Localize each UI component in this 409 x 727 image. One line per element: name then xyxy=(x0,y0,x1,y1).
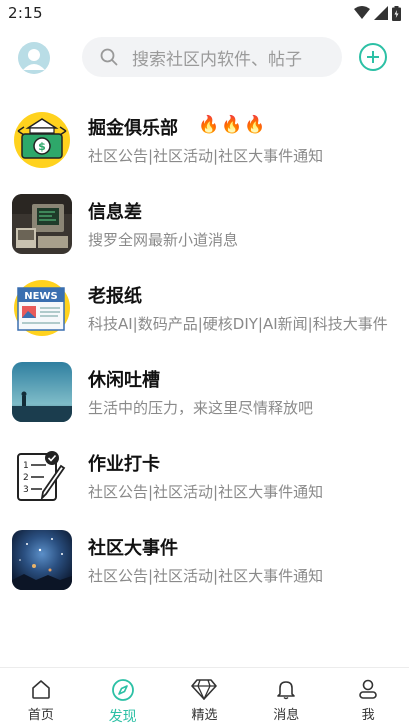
header: 搜索社区内软件、帖子 xyxy=(0,36,409,80)
diamond-icon xyxy=(191,679,218,700)
item-title: 老报纸 xyxy=(88,286,142,307)
svg-text:$: $ xyxy=(38,140,46,153)
compass-icon xyxy=(111,679,134,701)
tab-me[interactable]: 我 xyxy=(327,668,409,727)
svg-text:3: 3 xyxy=(23,485,29,495)
item-desc: 社区公告|社区活动|社区大事件通知 xyxy=(88,567,324,585)
search-placeholder: 搜索社区内软件、帖子 xyxy=(132,49,302,70)
battery-icon xyxy=(392,5,401,21)
item-desc: 科技AI|数码产品|硬核DIY|AI新闻|科技大事件 xyxy=(88,315,388,333)
search-input[interactable]: 搜索社区内软件、帖子 xyxy=(82,37,342,77)
list-item[interactable]: NEWS 老报纸 科技AI|数码产品|硬核DIY|AI新闻|科技大事件 xyxy=(0,272,409,356)
news-icon: NEWS xyxy=(12,278,72,338)
item-title: 休闲吐槽 xyxy=(88,370,160,391)
checklist-icon: 1 2 3 xyxy=(12,446,72,506)
item-title: 信息差 xyxy=(88,202,142,223)
tab-label: 消息 xyxy=(273,708,300,723)
money-bank-icon: $ xyxy=(12,110,72,170)
list-item[interactable]: $ 掘金俱乐部 🔥🔥🔥 社区公告|社区活动|社区大事件通知 xyxy=(0,104,409,188)
tab-home[interactable]: 首页 xyxy=(0,668,82,727)
tab-messages[interactable]: 消息 xyxy=(245,668,327,727)
item-title: 作业打卡 xyxy=(88,454,160,475)
tab-label: 首页 xyxy=(27,708,54,723)
search-icon xyxy=(100,48,118,66)
plus-icon xyxy=(367,51,379,63)
person-icon xyxy=(359,679,377,699)
svg-text:NEWS: NEWS xyxy=(24,291,57,302)
item-desc: 生活中的压力，来这里尽情释放吧 xyxy=(88,399,314,417)
svg-text:1: 1 xyxy=(23,461,29,471)
avatar[interactable] xyxy=(18,42,50,74)
list-item[interactable]: 休闲吐槽 生活中的压力，来这里尽情释放吧 xyxy=(0,356,409,440)
tab-label: 精选 xyxy=(191,708,218,723)
list-item[interactable]: 信息差 搜罗全网最新小道消息 xyxy=(0,188,409,272)
add-button[interactable] xyxy=(359,43,387,71)
home-icon xyxy=(32,680,50,699)
item-title: 社区大事件 xyxy=(88,538,178,559)
item-desc: 社区公告|社区活动|社区大事件通知 xyxy=(88,483,324,501)
night-sky-icon xyxy=(12,530,72,590)
item-title: 掘金俱乐部 xyxy=(88,118,178,139)
item-desc: 社区公告|社区活动|社区大事件通知 xyxy=(88,147,324,165)
wifi-icon xyxy=(354,6,370,19)
tab-featured[interactable]: 精选 xyxy=(164,668,246,727)
user-avatar-icon xyxy=(18,42,50,74)
status-bar: 2:15 xyxy=(0,0,409,26)
tab-label: 我 xyxy=(361,708,375,723)
bell-icon xyxy=(277,681,296,700)
community-list: $ 掘金俱乐部 🔥🔥🔥 社区公告|社区活动|社区大事件通知 信息差 搜罗全网最新… xyxy=(0,104,409,608)
sunset-scene-icon xyxy=(12,362,72,422)
retro-computer-icon xyxy=(12,194,72,254)
list-item[interactable]: 社区大事件 社区公告|社区活动|社区大事件通知 xyxy=(0,524,409,608)
tab-discover[interactable]: 发现 xyxy=(82,668,164,727)
svg-text:2: 2 xyxy=(23,473,29,483)
bottom-tab-bar: 首页 发现 精选 消息 我 xyxy=(0,667,409,727)
tab-label: 发现 xyxy=(108,709,137,725)
fire-badge: 🔥🔥🔥 xyxy=(198,115,268,135)
status-icons xyxy=(354,5,401,21)
signal-icon xyxy=(374,6,388,20)
status-time: 2:15 xyxy=(8,4,43,22)
item-desc: 搜罗全网最新小道消息 xyxy=(88,231,239,249)
list-item[interactable]: 1 2 3 作业打卡 社区公告|社区活动|社区大事件通知 xyxy=(0,440,409,524)
